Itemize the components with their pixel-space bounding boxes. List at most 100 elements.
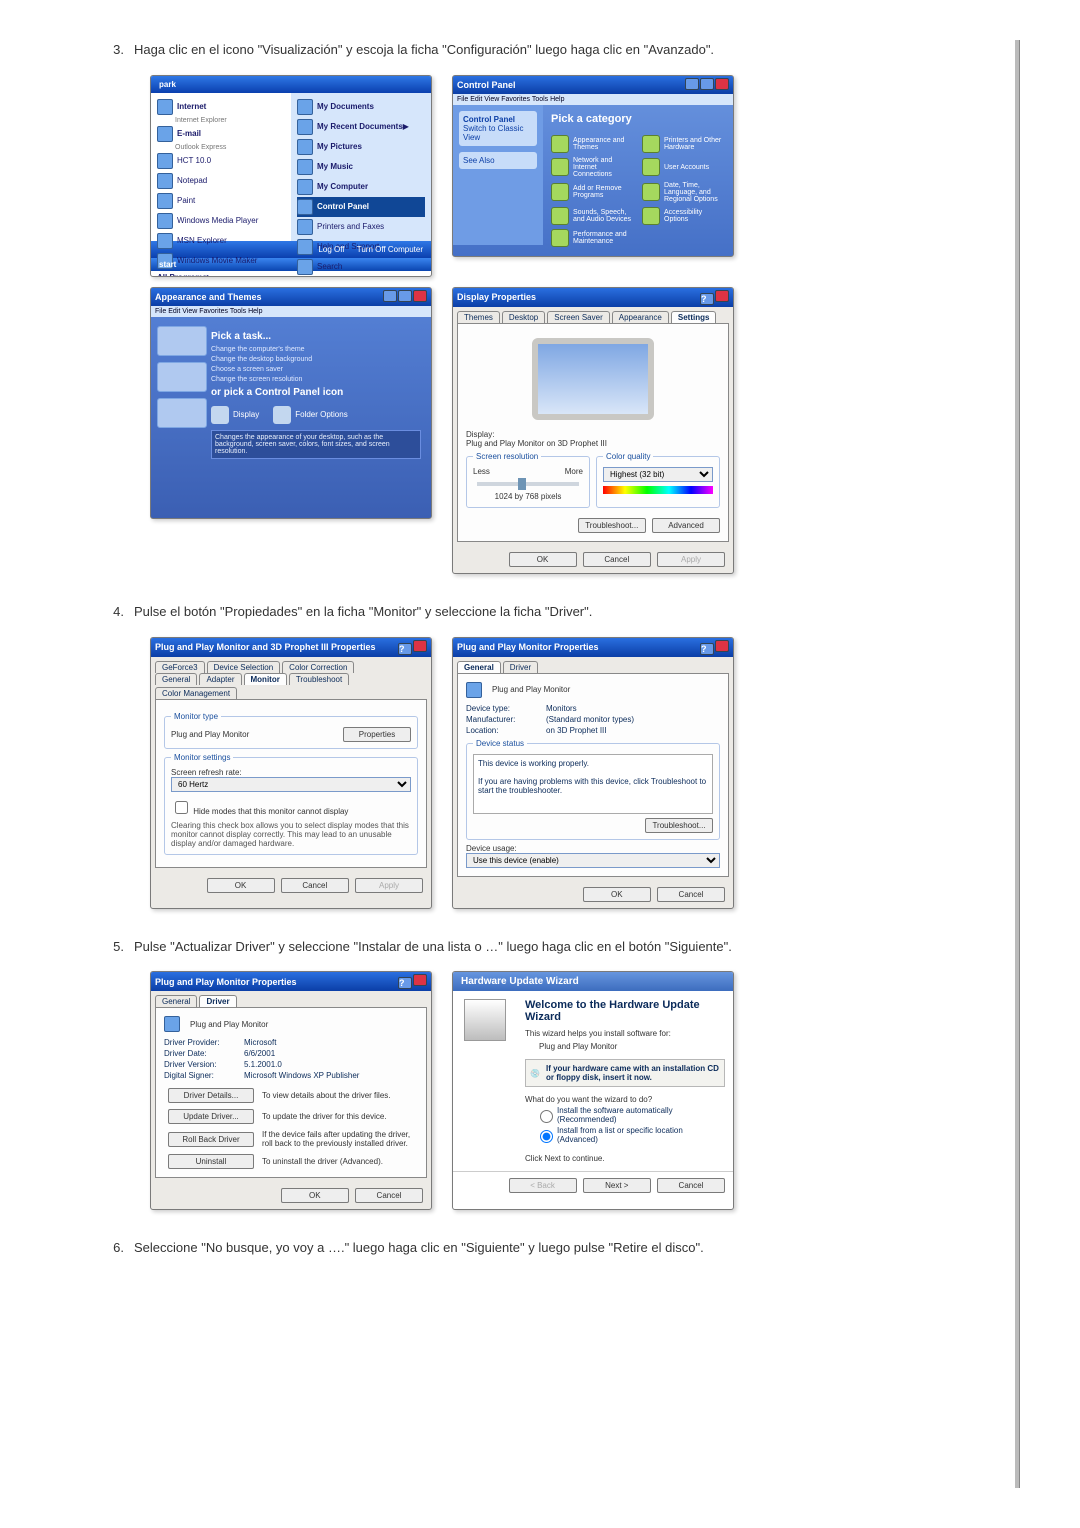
pt-display-icon[interactable]: Display [211,406,259,424]
cat-accessibility[interactable]: Accessibility Options [642,207,725,225]
legend-monitor-type: Monitor type [171,712,221,721]
sm-my-documents[interactable]: My Documents [297,97,425,117]
wizard-cd-info: 💿 If your hardware came with an installa… [525,1059,725,1087]
cancel-button[interactable]: Cancel [281,878,349,893]
cp-menu[interactable]: File Edit View Favorites Tools Help [453,94,733,105]
cat-perf[interactable]: Performance and Maintenance [551,229,634,247]
cp-switch-view[interactable]: Switch to Classic View [463,124,523,142]
cancel-button[interactable]: Cancel [583,552,651,567]
driver-details-button[interactable]: Driver Details... [168,1088,254,1103]
pt-description: Changes the appearance of your desktop, … [211,430,421,459]
window-controls[interactable]: ? [397,640,427,655]
tab-monitor[interactable]: Monitor [244,673,287,685]
window-controls[interactable] [382,290,427,304]
tab-devsel[interactable]: Device Selection [207,661,281,673]
cd-icon: 💿 [530,1069,540,1078]
display-icon [211,406,229,424]
monitor-icon [466,682,482,698]
tab-colormgmt[interactable]: Color Management [155,687,237,699]
ok-button[interactable]: OK [207,878,275,893]
color-quality-select[interactable]: Highest (32 bit) [603,467,713,482]
sm-logoff[interactable]: Log Off [318,245,344,254]
sm-control-panel[interactable]: Control Panel [297,197,425,217]
pt-task[interactable]: Change the screen resolution [211,376,421,383]
window-controls[interactable] [684,78,729,92]
apply-button: Apply [355,878,423,893]
pt-folder-options[interactable]: Folder Options [273,406,347,424]
sm-recent-docs[interactable]: My Recent Documents ▶ [297,117,425,137]
sm-turnoff[interactable]: Turn Off Computer [357,245,423,254]
tab-colorcorr[interactable]: Color Correction [282,661,354,673]
sm-internet[interactable]: Internet [157,97,285,117]
tab-general[interactable]: General [457,661,501,673]
cat-printers[interactable]: Printers and Other Hardware [642,135,725,153]
tab-general[interactable]: General [155,995,197,1007]
wizard-icon [464,999,506,1041]
tab-appearance[interactable]: Appearance [612,311,669,323]
sm-my-pictures[interactable]: My Pictures [297,137,425,157]
update-driver-button[interactable]: Update Driver... [168,1109,254,1124]
window-controls[interactable]: ? [699,290,729,305]
tab-troubleshoot[interactable]: Troubleshoot [289,673,349,685]
sm-wmp[interactable]: Windows Media Player [157,211,285,231]
rollback-driver-button[interactable]: Roll Back Driver [168,1132,254,1147]
sm-paint[interactable]: Paint [157,191,285,211]
sm-search[interactable]: Search [297,257,425,277]
hide-modes-checkbox[interactable]: Hide modes that this monitor cannot disp… [171,807,348,816]
sm-printers[interactable]: Printers and Faxes [297,217,425,237]
pt-menu[interactable]: File Edit View Favorites Tools Help [151,306,431,317]
refresh-rate-select[interactable]: 60 Hertz [171,777,411,792]
next-button[interactable]: Next > [583,1178,651,1193]
tab-themes[interactable]: Themes [457,311,500,323]
troubleshoot-button[interactable]: Troubleshoot... [578,518,646,533]
window-controls[interactable]: ? [397,974,427,989]
tab-general[interactable]: General [155,673,197,685]
sm-all-programs[interactable]: All Programs ▶ [157,271,285,277]
uninstall-button[interactable]: Uninstall [168,1154,254,1169]
back-button: < Back [509,1178,577,1193]
tab-screensaver[interactable]: Screen Saver [547,311,609,323]
radio-list[interactable]: Install from a list or specific location… [535,1126,725,1144]
control-panel-window: Control Panel File Edit View Favorites T… [452,75,734,257]
advanced-button[interactable]: Advanced [652,518,720,533]
device-usage-select[interactable]: Use this device (enable) [466,853,720,868]
cat-datetime[interactable]: Date, Time, Language, and Regional Optio… [642,182,725,203]
cat-addremove[interactable]: Add or Remove Programs [551,182,634,203]
pt-task[interactable]: Choose a screen saver [211,366,421,373]
display-name: Plug and Play Monitor on 3D Prophet III [466,439,607,448]
cat-appearance[interactable]: Appearance and Themes [551,135,634,153]
pt-side-box [157,362,207,392]
tab-adapter[interactable]: Adapter [199,673,241,685]
radio-auto[interactable]: Install the software automatically (Reco… [535,1106,725,1124]
pt-task[interactable]: Change the desktop background [211,356,421,363]
sm-email[interactable]: E-mail [157,124,285,144]
cancel-button[interactable]: Cancel [355,1188,423,1203]
cancel-button[interactable]: Cancel [657,1178,725,1193]
cat-users[interactable]: User Accounts [642,157,725,178]
window-controls[interactable]: ? [699,640,729,655]
cat-icon [551,229,569,247]
ok-button[interactable]: OK [281,1188,349,1203]
sm-my-music[interactable]: My Music [297,157,425,177]
tab-driver[interactable]: Driver [503,661,538,673]
tab-geforce[interactable]: GeForce3 [155,661,205,673]
folder-options-icon [273,406,291,424]
pt-task[interactable]: Change the computer's theme [211,346,421,353]
ok-button[interactable]: OK [583,887,651,902]
sm-hct[interactable]: HCT 10.0 [157,151,285,171]
properties-button[interactable]: Properties [343,727,411,742]
sm-my-computer[interactable]: My Computer [297,177,425,197]
step-number: 3. [100,40,124,61]
tab-settings[interactable]: Settings [671,311,717,323]
troubleshoot-button[interactable]: Troubleshoot... [645,818,713,833]
cat-network[interactable]: Network and Internet Connections [551,157,634,178]
cat-sounds[interactable]: Sounds, Speech, and Audio Devices [551,207,634,225]
resolution-slider[interactable] [477,482,579,486]
tab-desktop[interactable]: Desktop [502,311,545,323]
cancel-button[interactable]: Cancel [657,887,725,902]
sm-msn[interactable]: MSN Explorer [157,231,285,251]
sm-notepad[interactable]: Notepad [157,171,285,191]
ok-button[interactable]: OK [509,552,577,567]
tab-driver[interactable]: Driver [199,995,236,1007]
dlg-title: Plug and Play Monitor and 3D Prophet III… [155,642,376,652]
